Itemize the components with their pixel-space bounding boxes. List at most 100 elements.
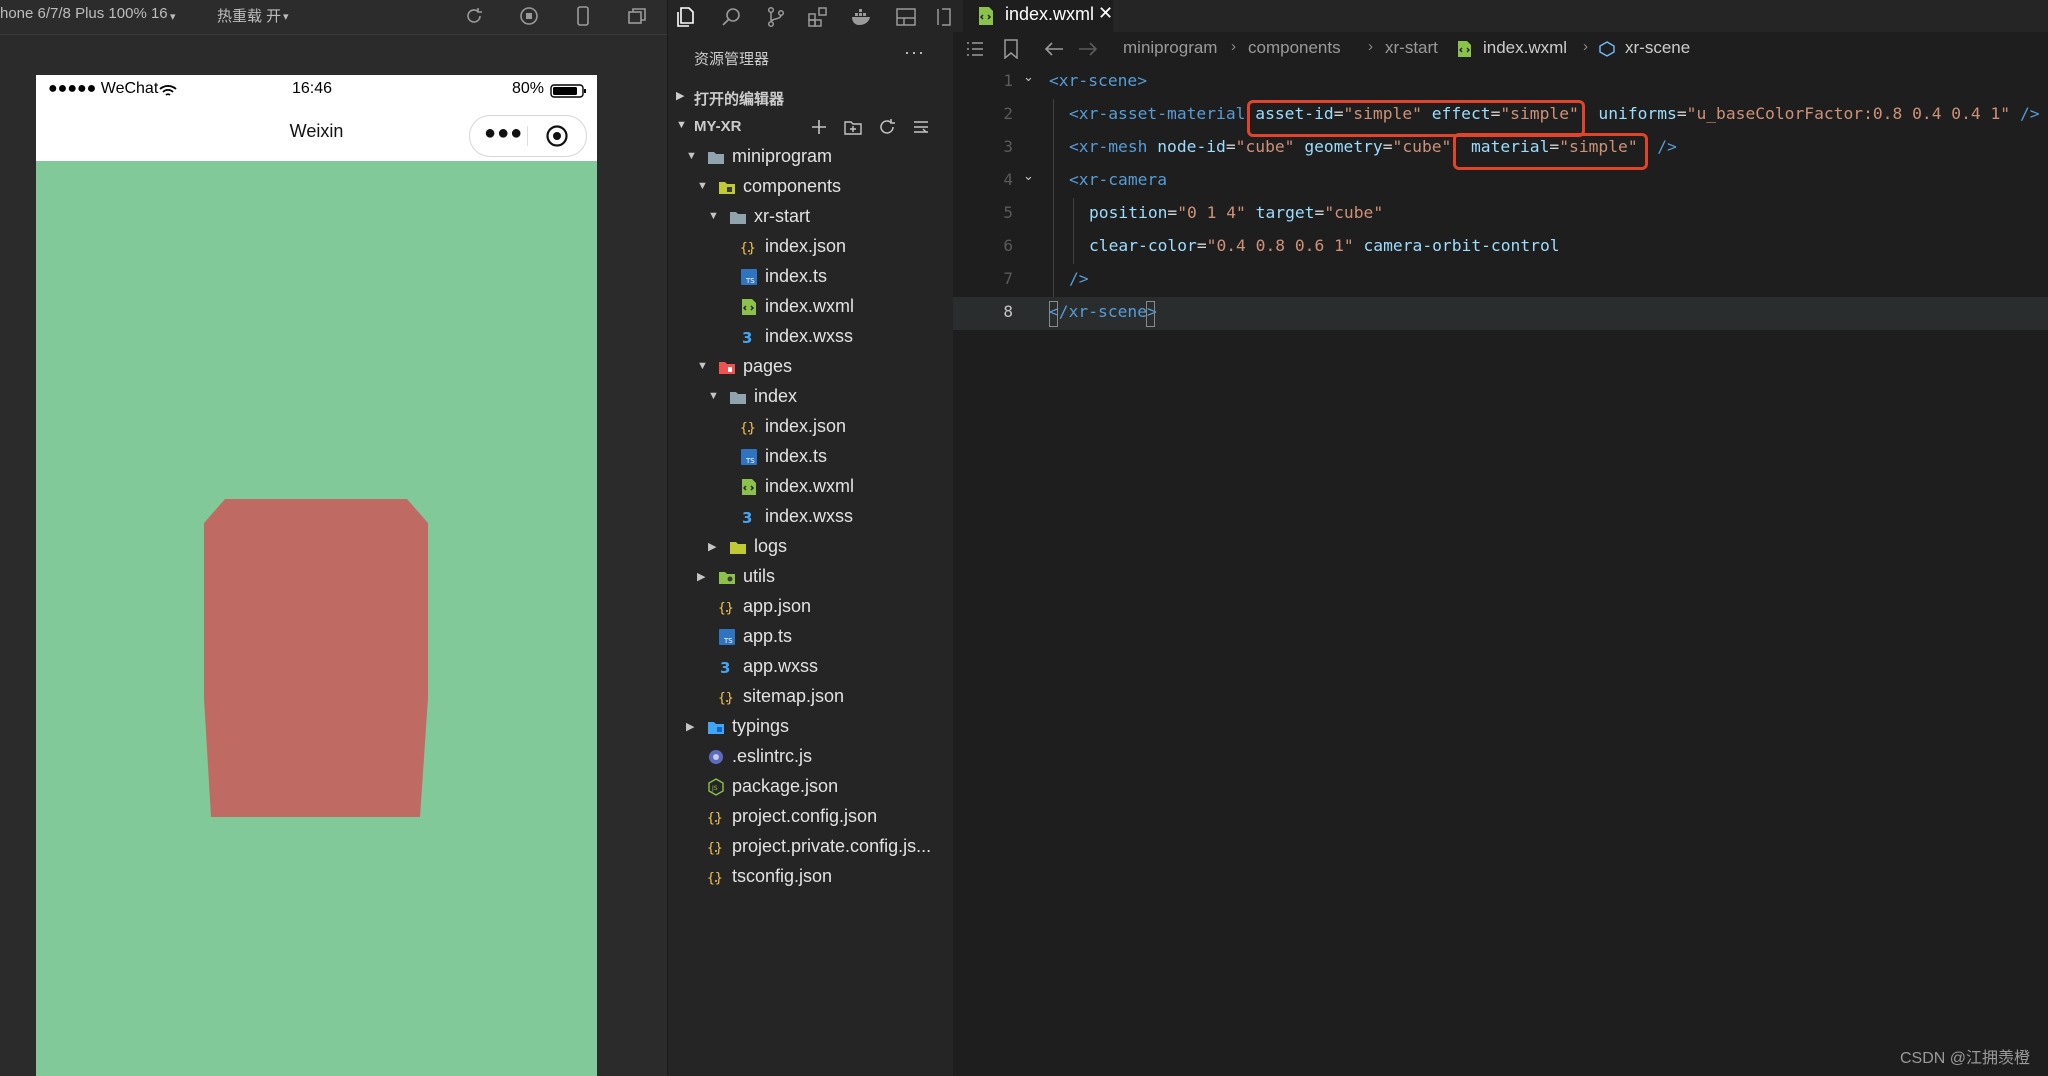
forward-arrow-icon[interactable]	[1077, 40, 1099, 58]
tree-file[interactable]: TS index.ts	[668, 262, 954, 292]
fold-chevron-icon[interactable]: ⌄	[1023, 69, 1034, 85]
tab-index-wxml[interactable]: index.wxml ✕	[963, 0, 1113, 32]
battery-label: 80%	[512, 80, 545, 97]
close-capsule-icon[interactable]	[545, 124, 569, 148]
folder-components-icon	[719, 182, 735, 194]
hot-reload-toggle[interactable]: 热重载 开	[217, 5, 281, 26]
bookmark-icon[interactable]	[1003, 39, 1019, 59]
code-line[interactable]: 1 ⌄ <xr-scene>	[953, 66, 2048, 99]
tree-folder[interactable]: ▶ logs	[668, 532, 954, 562]
file-name: components	[743, 176, 842, 196]
tree-file[interactable]: {} project.private.config.js...	[668, 832, 954, 862]
code-token: =	[1314, 203, 1325, 222]
refresh-explorer-icon[interactable]	[877, 117, 897, 137]
status-bar: ●●●●● WeChat 16:46 80%	[36, 75, 597, 107]
docker-icon[interactable]	[850, 5, 874, 29]
extensions-icon[interactable]	[806, 5, 830, 29]
files-icon[interactable]	[674, 5, 698, 29]
workspace-section[interactable]: ▼ MY-XR	[668, 114, 954, 140]
search-icon[interactable]	[720, 5, 744, 29]
tree-folder[interactable]: ▼ index	[668, 382, 954, 412]
chevron-right-icon: ›	[1368, 38, 1373, 55]
source-control-icon[interactable]	[764, 5, 788, 29]
wxss-icon: 3	[720, 659, 730, 676]
tab-bar: index.wxml ✕	[953, 0, 2048, 32]
breadcrumb-item[interactable]: xr-start	[1385, 38, 1438, 58]
code-token: =	[1196, 236, 1207, 255]
tree-folder[interactable]: ▼ xr-start	[668, 202, 954, 232]
simulator-toolbar: hone 6/7/8 Plus 100% 16 ▾ 热重载 开 ▾	[0, 0, 667, 35]
device-selector[interactable]: hone 6/7/8 Plus 100% 16	[0, 5, 168, 22]
chevron-down-icon: ▼	[686, 150, 697, 162]
panel-icon[interactable]	[894, 5, 918, 29]
breadcrumb-item[interactable]: miniprogram	[1123, 38, 1217, 58]
tree-file[interactable]: TS app.ts	[668, 622, 954, 652]
code-token: clear-color	[1089, 236, 1197, 255]
window-icon[interactable]	[626, 5, 648, 27]
breadcrumb-item[interactable]: xr-scene	[1625, 38, 1690, 58]
wxss-icon: 3	[742, 329, 752, 346]
collapse-all-icon[interactable]	[911, 117, 931, 137]
tree-file[interactable]: {} index.json	[668, 412, 954, 442]
code-token: =	[1167, 203, 1178, 222]
cube-mesh	[204, 523, 428, 817]
svg-text:3: 3	[742, 329, 752, 346]
eslint-icon	[709, 750, 723, 764]
code-line[interactable]: 8 </xr-scene>	[953, 297, 2048, 330]
code-token: geometry	[1304, 137, 1383, 156]
file-name: miniprogram	[732, 146, 833, 166]
stop-icon[interactable]	[518, 5, 540, 27]
code-text: clear-color="0.4 0.8 0.6 1" camera-orbit…	[1089, 236, 1560, 255]
explorer-title: 资源管理器	[694, 51, 770, 68]
carrier-label: ●●●●● WeChat	[48, 80, 159, 97]
tree-file[interactable]: 3 index.wxss	[668, 322, 954, 352]
explorer-pane: 资源管理器 ··· ▶ 打开的编辑器 ▼ MY-XR ▼ miniprogram ▼…	[667, 0, 954, 1076]
code-token: camera-orbit-control	[1363, 236, 1560, 255]
code-line[interactable]: 7 />	[953, 264, 2048, 297]
tree-file[interactable]: .eslintrc.js	[668, 742, 954, 772]
tree-folder[interactable]: ▼ components	[668, 172, 954, 202]
tree-file[interactable]: {} app.json	[668, 592, 954, 622]
breadcrumb-item[interactable]: components	[1248, 38, 1341, 58]
new-file-icon[interactable]	[809, 117, 829, 137]
refresh-icon[interactable]	[463, 5, 485, 27]
tree-file[interactable]: {} index.json	[668, 232, 954, 262]
tree-folder[interactable]: ▶ typings	[668, 712, 954, 742]
wxml-file-icon	[1458, 41, 1471, 57]
tree-file[interactable]: 3 index.wxss	[668, 502, 954, 532]
list-icon[interactable]	[965, 40, 985, 58]
tree-folder[interactable]: ▼ pages	[668, 352, 954, 382]
file-name: app.wxss	[743, 656, 819, 676]
open-editors-section[interactable]: ▶ 打开的编辑器	[668, 84, 954, 110]
chevron-right-icon: ›	[1583, 38, 1588, 55]
close-icon[interactable]: ✕	[1098, 3, 1113, 24]
tree-file[interactable]: {} sitemap.json	[668, 682, 954, 712]
chevron-down-icon: ▼	[676, 119, 687, 131]
breadcrumb-item[interactable]: index.wxml	[1483, 38, 1567, 58]
code-token: "u_baseColorFactor:0.8 0.4 0.4 1"	[1686, 104, 2011, 123]
tree-folder[interactable]: ▶ utils	[668, 562, 954, 592]
folder-icon	[708, 152, 724, 164]
file-name: index.wxss	[765, 506, 854, 526]
tree-file[interactable]: {} project.config.json	[668, 802, 954, 832]
code-line[interactable]: 6 clear-color="0.4 0.8 0.6 1" camera-orbi…	[953, 231, 2048, 264]
tree-file[interactable]: TS index.ts	[668, 442, 954, 472]
more-icon[interactable]: ●●●	[484, 122, 523, 145]
tree-file[interactable]: index.wxml	[668, 292, 954, 322]
xr-scene-canvas[interactable]	[36, 161, 597, 1076]
file-name: typings	[732, 716, 790, 736]
back-arrow-icon[interactable]	[1043, 40, 1065, 58]
phone-icon[interactable]	[572, 5, 594, 27]
ellipsis-icon[interactable]: ···	[904, 42, 925, 63]
tree-file[interactable]: 3 app.wxss	[668, 652, 954, 682]
fold-chevron-icon[interactable]: ⌄	[1023, 168, 1034, 184]
tree-file[interactable]: {} tsconfig.json	[668, 862, 954, 892]
new-folder-icon[interactable]	[843, 117, 863, 137]
tree-folder[interactable]: ▼ miniprogram	[668, 142, 954, 172]
tree-file[interactable]: index.wxml	[668, 472, 954, 502]
chevron-right-icon: ▶	[708, 541, 717, 553]
code-line[interactable]: 5 position="0 1 4" target="cube"	[953, 198, 2048, 231]
tree-file[interactable]: JS package.json	[668, 772, 954, 802]
folder-icon	[730, 212, 746, 224]
